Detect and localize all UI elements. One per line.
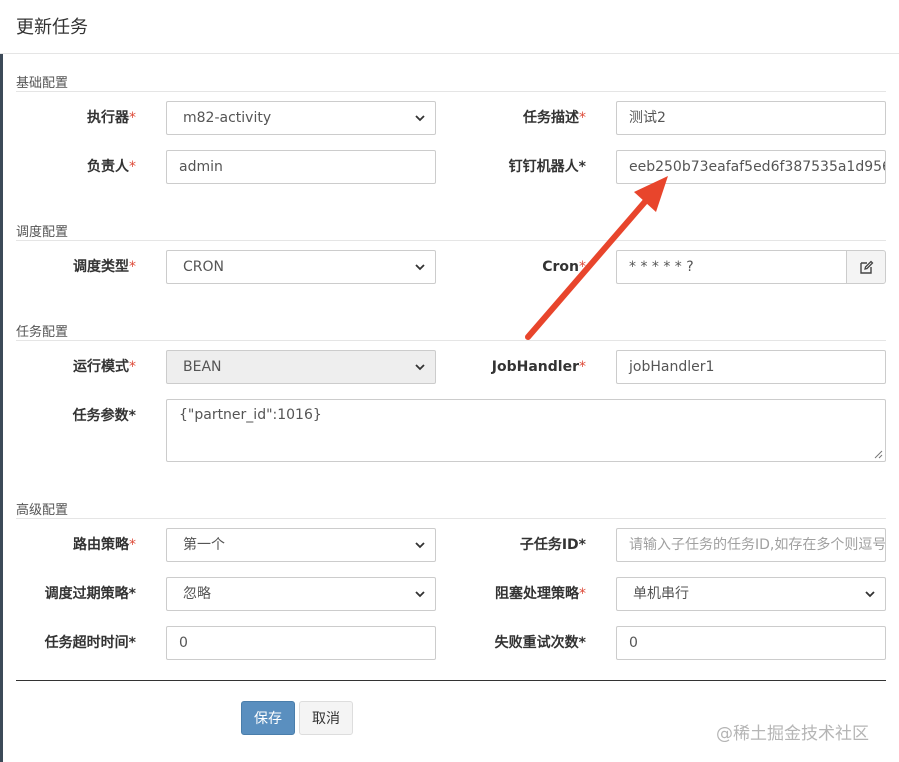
required-mark: * — [129, 537, 136, 553]
run-mode-label-text: 运行模式 — [73, 359, 129, 375]
run-mode-select[interactable]: BEAN — [166, 350, 436, 384]
dingtalk-bot-label-text: 钉钉机器人 — [508, 159, 579, 175]
required-mark: * — [579, 110, 586, 126]
required-mark: * — [129, 259, 136, 275]
modal-header: 更新任务 — [0, 0, 899, 54]
child-job-id-label: 子任务ID* — [436, 535, 586, 555]
section-advanced: 高级配置 — [16, 499, 886, 519]
misfire-strategy-select[interactable]: 忽略 — [166, 577, 436, 611]
section-basic: 基础配置 — [16, 72, 886, 92]
timeout-input[interactable]: 0 — [166, 626, 436, 660]
job-handler-input[interactable]: jobHandler1 — [616, 350, 886, 384]
route-strategy-select[interactable]: 第一个 — [166, 528, 436, 562]
modal-title: 更新任务 — [16, 17, 88, 38]
run-mode-label: 运行模式* — [0, 357, 136, 377]
block-strategy-select[interactable]: 单机串行 — [616, 577, 886, 611]
chevron-down-icon — [415, 364, 425, 371]
owner-input[interactable]: admin — [166, 150, 436, 184]
block-strategy-value: 单机串行 — [633, 586, 689, 602]
route-strategy-label: 路由策略* — [0, 535, 136, 555]
executor-value: m82-activity — [183, 110, 272, 126]
task-params-value: {"partner_id":1016} — [179, 407, 322, 423]
owner-label: 负责人* — [0, 157, 136, 177]
chevron-down-icon — [415, 115, 425, 122]
timeout-label-text: 任务超时时间 — [44, 635, 129, 651]
required-mark: * — [579, 359, 586, 375]
required-mark: * — [578, 159, 586, 175]
task-params-textarea[interactable]: {"partner_id":1016} — [166, 399, 886, 462]
task-desc-input[interactable]: 测试2 — [616, 101, 886, 135]
retry-count-input[interactable]: 0 — [616, 626, 886, 660]
edit-icon — [860, 260, 874, 274]
child-job-id-label-text: 子任务ID — [519, 537, 579, 553]
schedule-type-label: 调度类型* — [0, 257, 136, 277]
watermark: @稀土掘金技术社区 — [716, 724, 869, 744]
chevron-down-icon — [865, 591, 875, 598]
owner-label-text: 负责人 — [87, 159, 129, 175]
task-params-label: 任务参数* — [0, 406, 136, 426]
block-strategy-label: 阻塞处理策略* — [436, 584, 586, 604]
section-schedule: 调度配置 — [16, 221, 886, 241]
executor-select[interactable]: m82-activity — [166, 101, 436, 135]
required-mark: * — [128, 635, 136, 651]
job-handler-label: JobHandler* — [436, 357, 586, 377]
task-params-label-text: 任务参数 — [72, 408, 129, 424]
schedule-type-label-text: 调度类型 — [73, 259, 129, 275]
required-mark: * — [578, 537, 586, 553]
required-mark: * — [579, 586, 586, 602]
retry-count-label: 失败重试次数* — [436, 633, 586, 653]
footer-divider — [16, 680, 886, 681]
chevron-down-icon — [415, 542, 425, 549]
task-desc-label-text: 任务描述 — [523, 110, 579, 126]
schedule-type-value: CRON — [183, 259, 224, 275]
run-mode-value: BEAN — [183, 359, 222, 375]
required-mark: * — [128, 408, 136, 424]
task-desc-label: 任务描述* — [436, 108, 586, 128]
required-mark: * — [578, 635, 586, 651]
timeout-label: 任务超时时间* — [0, 633, 136, 653]
block-strategy-label-text: 阻塞处理策略 — [495, 586, 579, 602]
misfire-strategy-label-text: 调度过期策略 — [44, 586, 129, 602]
save-button[interactable]: 保存 — [241, 701, 295, 735]
job-handler-label-text: JobHandler — [491, 359, 579, 375]
route-strategy-label-text: 路由策略 — [73, 537, 129, 553]
misfire-strategy-value: 忽略 — [183, 586, 211, 602]
misfire-strategy-label: 调度过期策略* — [0, 584, 136, 604]
resize-handle-icon[interactable] — [874, 450, 883, 459]
required-mark: * — [129, 110, 136, 126]
required-mark: * — [129, 359, 136, 375]
required-mark: * — [579, 259, 586, 275]
dingtalk-bot-input[interactable]: eeb250b73eafaf5ed6f387535a1d956d5 — [616, 150, 886, 184]
dingtalk-bot-label: 钉钉机器人* — [436, 157, 586, 177]
route-strategy-value: 第一个 — [183, 537, 225, 553]
schedule-type-select[interactable]: CRON — [166, 250, 436, 284]
required-mark: * — [129, 159, 136, 175]
cancel-button[interactable]: 取消 — [299, 701, 353, 735]
required-mark: * — [128, 586, 136, 602]
cron-label: Cron* — [436, 257, 586, 277]
cron-label-text: Cron — [542, 259, 579, 275]
child-job-id-input[interactable]: 请输入子任务的任务ID,如存在多个则逗号分隔 — [616, 528, 886, 562]
executor-label-text: 执行器 — [87, 110, 129, 126]
retry-count-label-text: 失败重试次数 — [494, 635, 579, 651]
chevron-down-icon — [415, 591, 425, 598]
chevron-down-icon — [415, 264, 425, 271]
section-task: 任务配置 — [16, 321, 886, 341]
executor-label: 执行器* — [0, 108, 136, 128]
cron-input[interactable]: * * * * * ? — [616, 250, 847, 284]
cron-editor-button[interactable] — [846, 250, 886, 284]
